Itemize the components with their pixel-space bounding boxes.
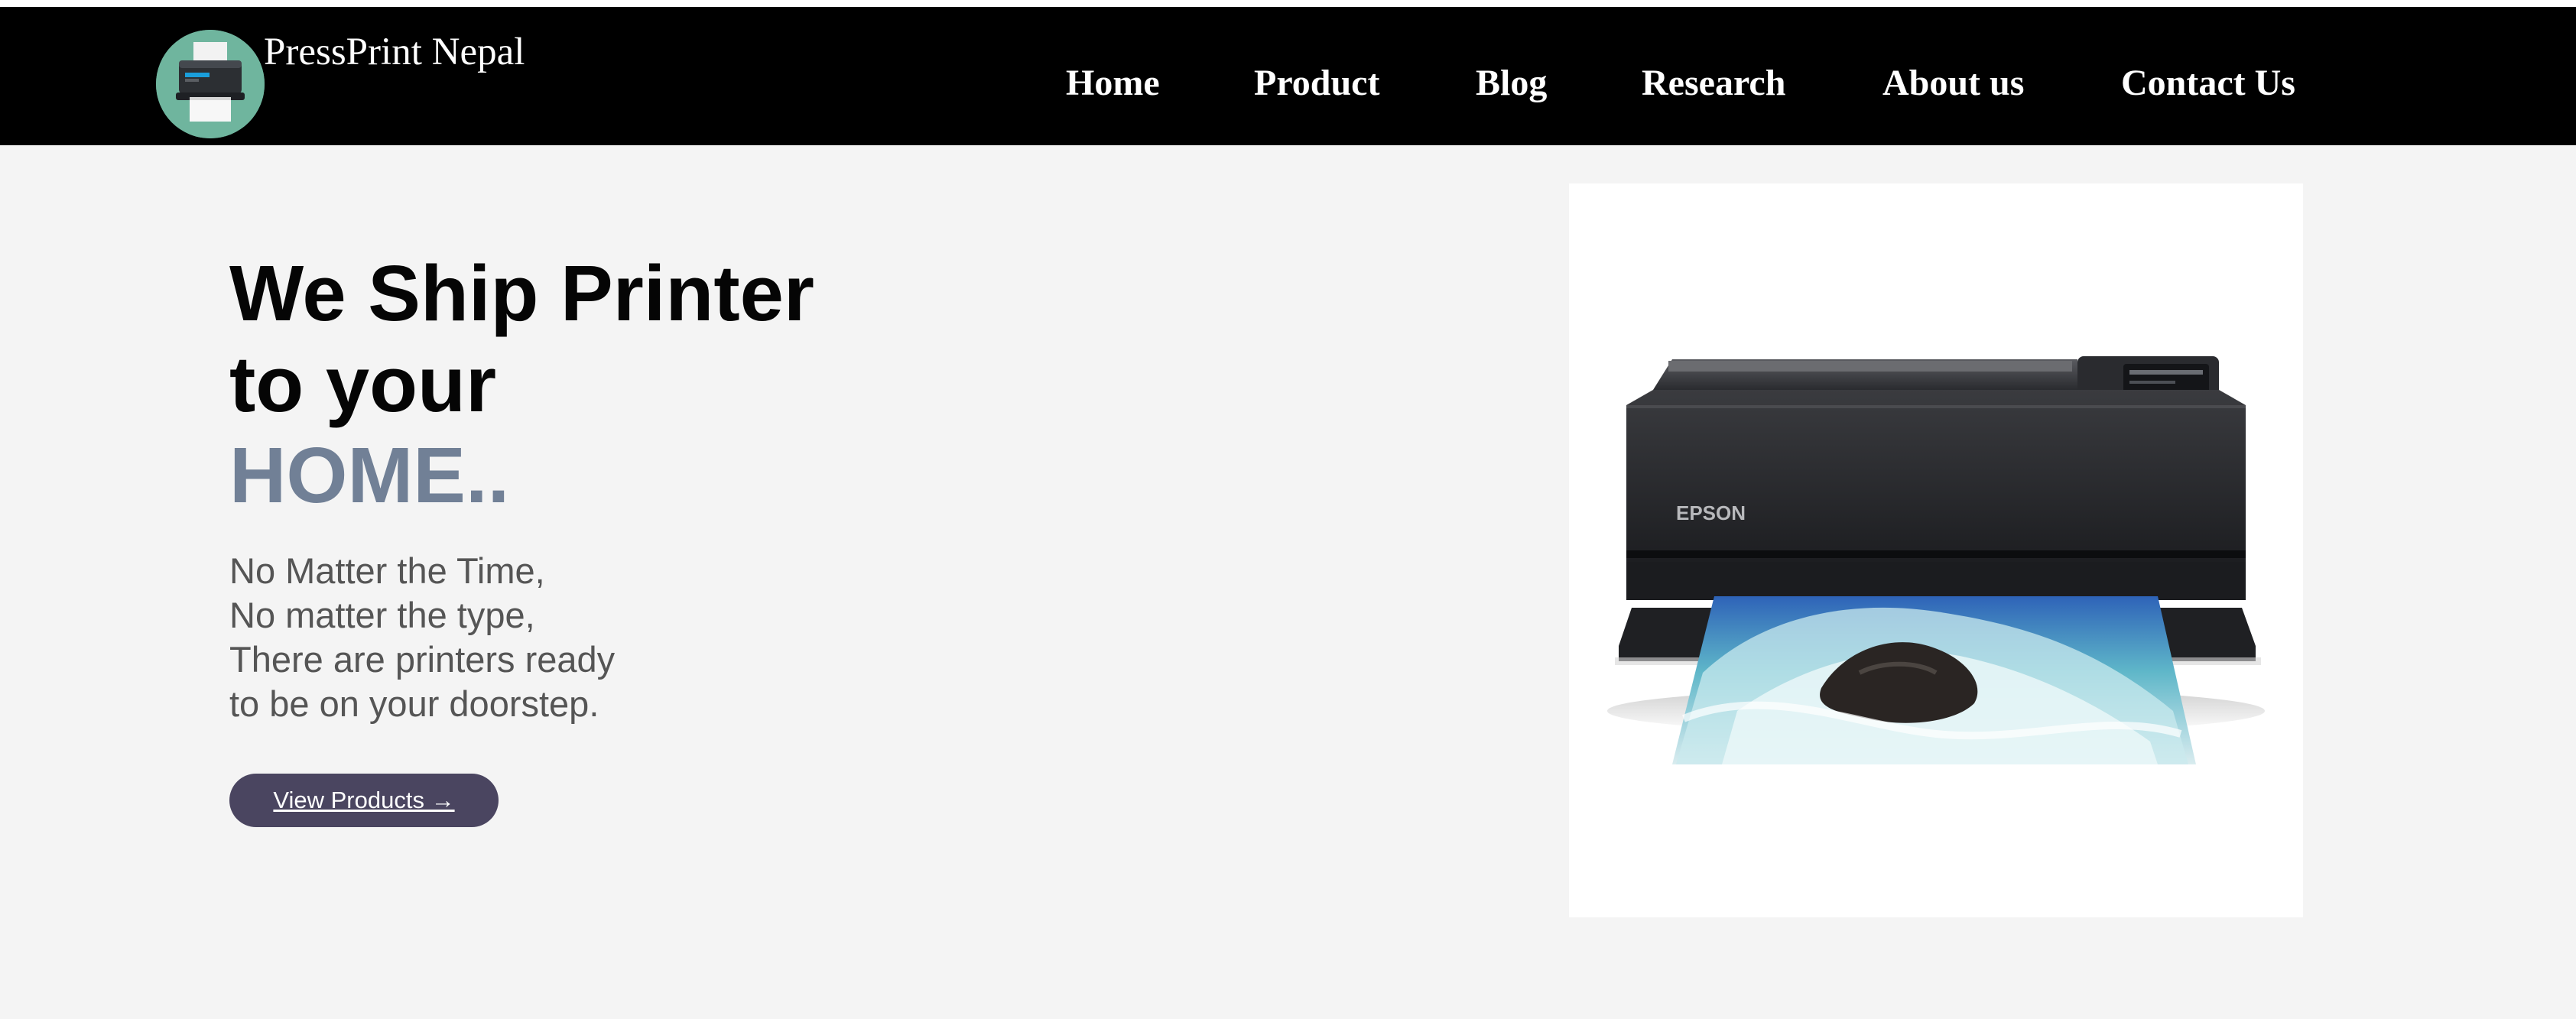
epson-brand-text: EPSON	[1676, 501, 1746, 524]
subtext-line: No matter the type,	[229, 595, 535, 635]
nav-link-contact-us[interactable]: Contact Us	[2121, 60, 2295, 106]
headline-line-1: We Ship Printer	[229, 249, 815, 337]
subtext-line: There are printers ready	[229, 639, 616, 680]
nav-link-about-us[interactable]: About us	[1882, 60, 2024, 106]
headline-line-2: to your	[229, 340, 497, 428]
printer-logo-icon[interactable]	[156, 30, 265, 138]
nav-link-blog[interactable]: Blog	[1476, 60, 1547, 106]
brand-name[interactable]: PressPrint Nepal	[264, 28, 525, 76]
nav-link-product[interactable]: Product	[1254, 60, 1379, 106]
navbar: PressPrint Nepal Home Product Blog Resea…	[0, 7, 2576, 145]
epson-photo-printer-image: EPSON	[1569, 183, 2303, 917]
subtext-line: to be on your doorstep.	[229, 683, 599, 724]
page: PressPrint Nepal Home Product Blog Resea…	[0, 0, 2576, 1019]
printer-icon	[156, 30, 265, 138]
subtext-line: No Matter the Time,	[229, 550, 545, 591]
view-products-button[interactable]: View Products →	[229, 774, 499, 827]
nav-link-research[interactable]: Research	[1642, 60, 1785, 106]
product-image-frame: EPSON	[1569, 183, 2303, 917]
hero-headline: We Ship Printer to your HOME..	[229, 248, 814, 521]
hero-section: We Ship Printer to your HOME.. No Matter…	[0, 145, 2576, 1019]
headline-accent: HOME..	[229, 431, 510, 519]
hero-subtext: No Matter the Time, No matter the type, …	[229, 549, 615, 726]
nav-link-home[interactable]: Home	[1066, 60, 1160, 106]
